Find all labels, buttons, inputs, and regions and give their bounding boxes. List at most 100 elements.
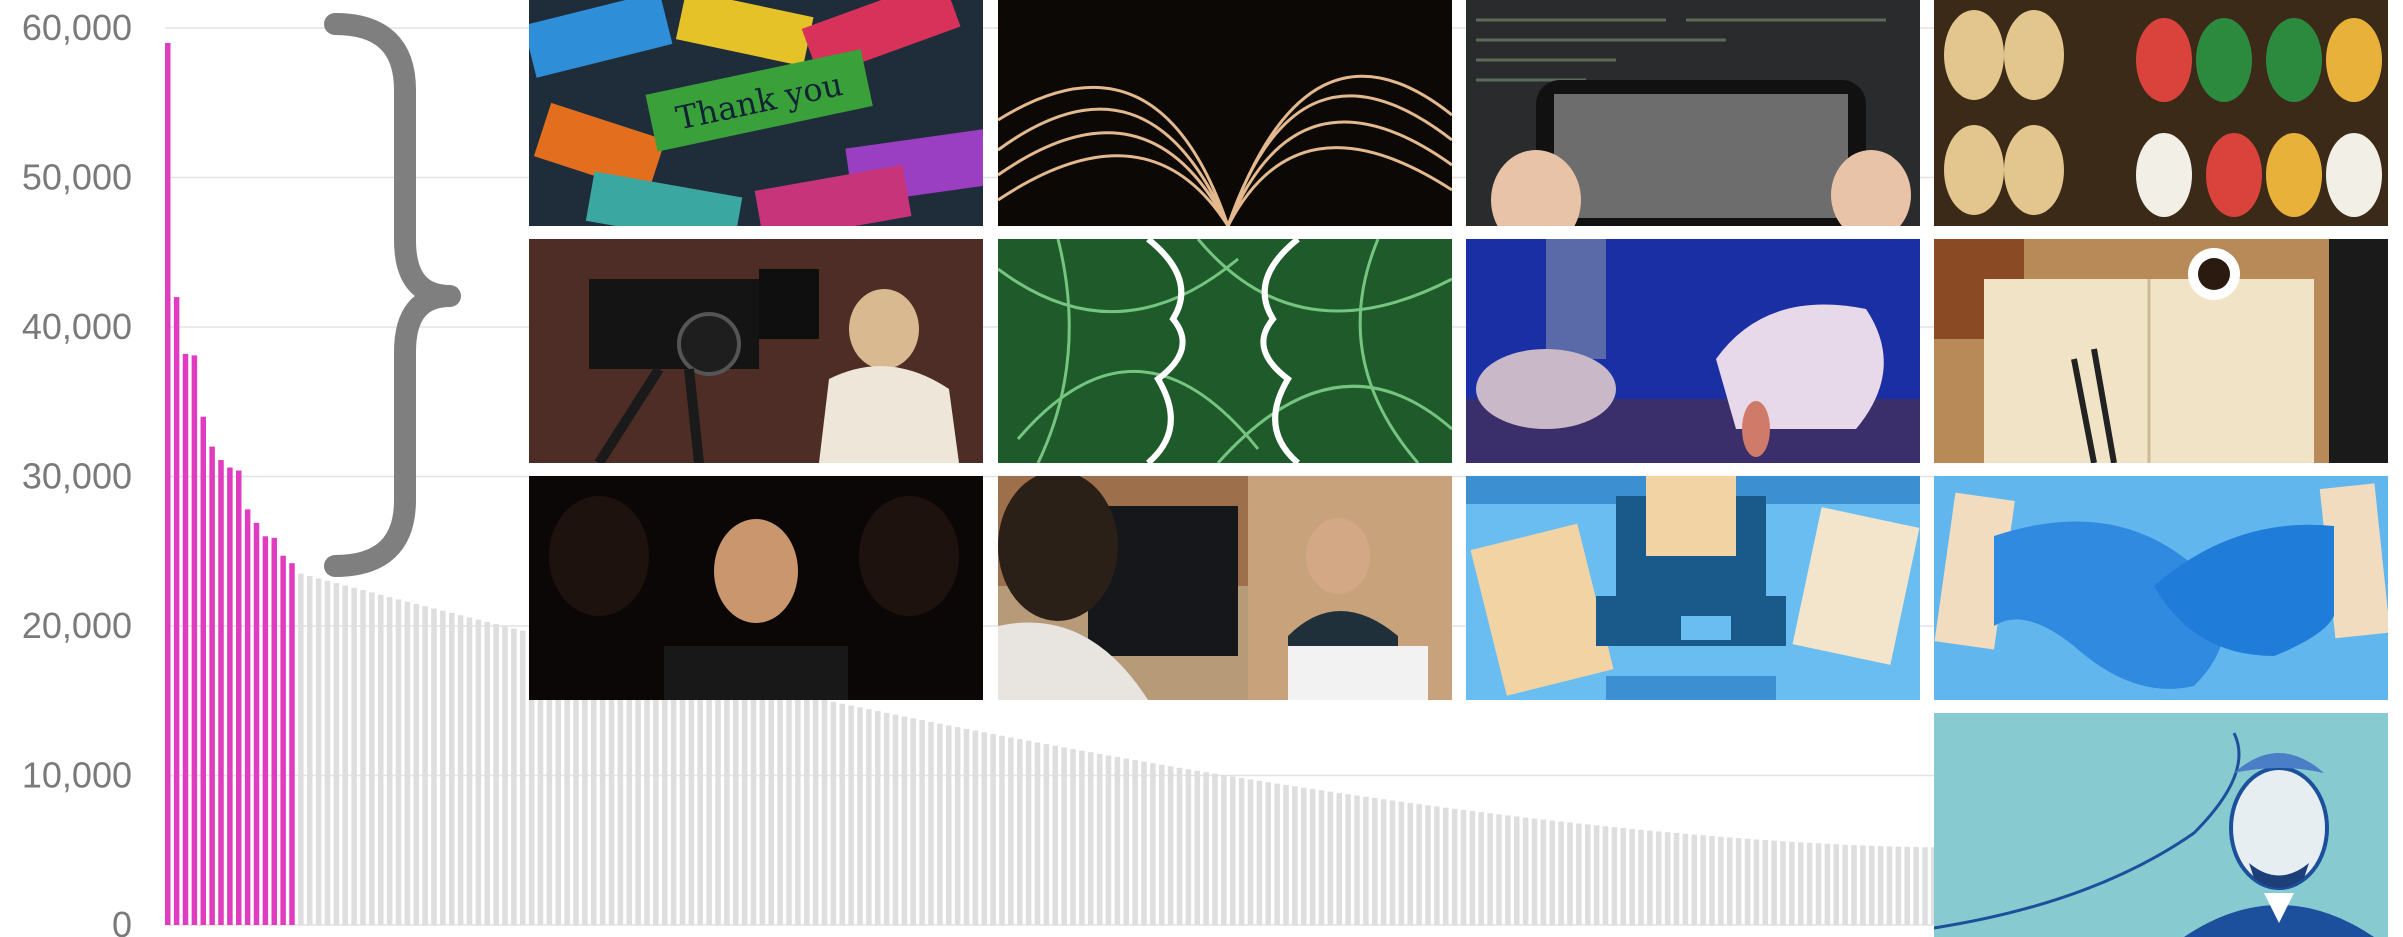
bar [963,728,970,925]
bar [1718,836,1724,925]
bar [351,587,357,925]
bar [466,617,473,925]
bar [1691,834,1697,925]
bar [1008,737,1014,925]
y-tick-label: 60,000 [22,7,132,48]
bar [1061,747,1067,925]
bar [937,723,943,925]
bar [1017,739,1023,925]
highlighted-bar [236,470,242,925]
bar [1372,798,1378,925]
y-tick-label: 30,000 [22,456,132,497]
bar [1567,822,1573,925]
bar [1860,845,1866,925]
thumbnail-film-camera-operator [529,239,983,463]
highlighted-bar [262,536,269,925]
bar [1238,777,1245,925]
bar [715,676,721,925]
bar [1416,804,1422,925]
bar [1593,825,1600,925]
bar [1141,761,1147,925]
curly-brace-bracket [324,13,461,577]
thumbnail-handshake-illustration [1934,476,2388,700]
bar [954,727,961,925]
bar [1034,742,1041,925]
bar [999,735,1005,925]
bar [679,668,686,925]
bar [990,734,996,925]
highlighted-bar [244,509,251,925]
bar [741,682,748,925]
bar [1105,755,1112,925]
bar [369,592,375,925]
bar [750,684,757,925]
bar [1132,760,1138,925]
highlighted-bar [182,353,189,925]
bar [511,628,517,925]
bar [919,720,925,925]
bar [1558,821,1564,925]
bar [670,666,677,925]
bar [1700,835,1706,925]
bar [1629,828,1635,925]
bar [333,583,340,925]
bar [1664,832,1671,925]
bar [1753,839,1760,925]
bar [1824,843,1831,925]
bar [972,730,979,925]
bar [1469,811,1476,925]
thumbnail-man-brain-illustration [1934,713,2388,937]
bar [1221,775,1227,925]
bar [688,670,695,925]
highlighted-bar [165,42,171,925]
bar [1434,806,1440,925]
bar [1727,837,1733,925]
bar [1780,841,1786,925]
bar [777,690,783,925]
bar [1771,840,1777,925]
bar [946,725,952,925]
bar [1656,831,1662,925]
bar [457,615,464,925]
bar [1806,842,1813,925]
bar [1735,838,1742,925]
bar [1815,843,1822,925]
thumbnail-laptop-glow-face [529,476,983,700]
bar [431,608,437,925]
bar [883,712,890,925]
bar [1638,829,1644,925]
bar [1123,758,1129,925]
bar [1194,770,1200,925]
bar [1869,845,1875,925]
bar [1842,844,1848,925]
bar [1531,818,1538,925]
bar [1283,784,1289,925]
bar [1709,836,1715,925]
bar [315,578,322,925]
highlighted-bar [227,467,233,925]
bar [724,678,730,925]
y-tick-label: 0 [112,904,132,937]
bar [1318,790,1325,925]
bar [440,610,446,925]
bar [1451,808,1458,925]
bar [1247,779,1254,925]
thumbnail-thank-you-words: Thank you [529,0,983,226]
bar [422,606,428,925]
bar [1274,783,1280,925]
bar [324,580,331,925]
highlighted-bar [218,460,224,925]
y-tick-label: 40,000 [22,306,132,347]
bar [1407,802,1413,925]
highlighted-bar [200,416,206,925]
bar [786,692,792,925]
bar [1496,814,1502,925]
bar [1886,846,1893,925]
bar [386,597,393,925]
bar [1487,813,1493,925]
bar [378,594,384,925]
bar [1895,846,1902,925]
bar [892,714,899,925]
bar [484,621,490,925]
highlighted-bar [253,522,260,925]
